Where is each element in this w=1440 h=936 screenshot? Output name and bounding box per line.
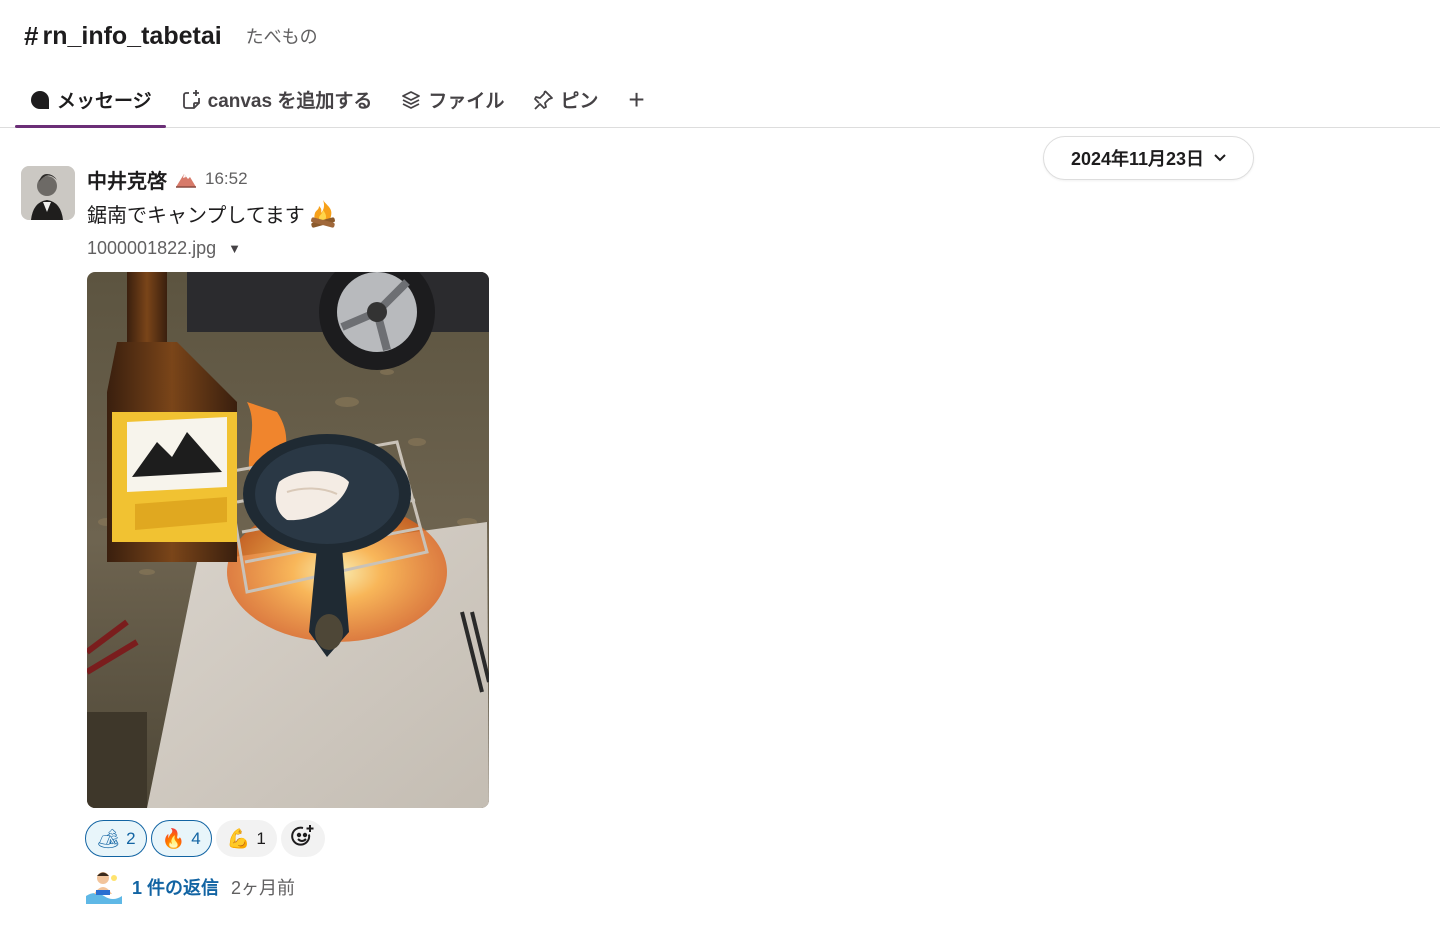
date-divider-button[interactable]: 2024年11月23日 <box>1043 136 1254 180</box>
reactions-bar: 🏕 2 🔥 4 💪 1 <box>85 820 325 857</box>
date-label: 2024年11月23日 <box>1070 149 1205 169</box>
author-name[interactable]: 中井克啓 <box>87 165 167 194</box>
tab-label: ファイル <box>428 91 505 112</box>
pin-icon <box>532 89 554 111</box>
reaction-count: 1 <box>256 828 266 848</box>
add-reaction-button[interactable] <box>280 820 325 857</box>
tab-label: ピン <box>560 91 599 112</box>
channel-topic[interactable]: たべもの <box>246 23 318 49</box>
fire-emoji: 🔥 <box>161 828 186 850</box>
reaction-fire[interactable]: 🔥 4 <box>150 820 212 857</box>
reaction-count: 2 <box>126 828 136 848</box>
caret-down-icon: ▼ <box>228 241 242 256</box>
hash-icon: # <box>24 20 39 51</box>
chevron-down-icon <box>1214 151 1226 165</box>
file-name-toggle[interactable]: 1000001822.jpg ▼ <box>87 238 987 259</box>
reaction-count: 4 <box>191 828 201 848</box>
muscle-emoji: 💪 <box>226 828 251 850</box>
tab-label: メッセージ <box>57 91 152 112</box>
reaction-camping[interactable]: 🏕 2 <box>85 820 147 857</box>
reply-count: 1 件の返信 <box>132 878 220 898</box>
avatar[interactable] <box>21 166 75 220</box>
tab-label: canvas を追加する <box>207 91 373 112</box>
camping-emoji: 🏕 <box>96 828 121 850</box>
image-attachment[interactable] <box>87 272 489 808</box>
message-text: 鋸南でキャンプしてます <box>87 204 305 227</box>
campfire-icon <box>307 198 339 228</box>
channel-name: rn_info_tabetai <box>42 21 222 50</box>
tab-files[interactable]: ファイル <box>386 72 518 127</box>
canvas-add-icon <box>180 89 202 111</box>
replier-avatar-icon <box>86 870 122 904</box>
channel-header: # rn_info_tabetai たべもの <box>0 0 1440 72</box>
tab-add-canvas[interactable]: canvas を追加する <box>166 72 387 127</box>
tab-pins[interactable]: ピン <box>518 72 612 127</box>
message-timestamp[interactable]: 16:52 <box>205 169 248 189</box>
file-name: 1000001822.jpg <box>87 238 217 258</box>
thread-replies-link[interactable]: 1 件の返信 2ヶ月前 <box>86 870 295 904</box>
message-header: 中井克啓 16:52 <box>87 165 987 194</box>
tab-messages[interactable]: メッセージ <box>15 72 166 128</box>
add-tab-button[interactable]: + <box>612 72 660 127</box>
mountain-icon <box>175 168 197 190</box>
message-body: 中井克啓 16:52 鋸南でキャンプしてます 1000001822.jpg ▼ <box>87 166 987 259</box>
last-reply-time: 2ヶ月前 <box>231 878 296 898</box>
channel-name-button[interactable]: # rn_info_tabetai <box>24 21 222 52</box>
message-bubble-icon <box>29 89 51 111</box>
reaction-muscle[interactable]: 💪 1 <box>215 820 277 857</box>
add-emoji-icon <box>290 823 316 854</box>
files-layers-icon <box>400 89 422 111</box>
channel-tabs: メッセージ canvas を追加する ファイル ピン + <box>0 72 1440 128</box>
message-text-row: 鋸南でキャンプしてます <box>87 198 987 228</box>
